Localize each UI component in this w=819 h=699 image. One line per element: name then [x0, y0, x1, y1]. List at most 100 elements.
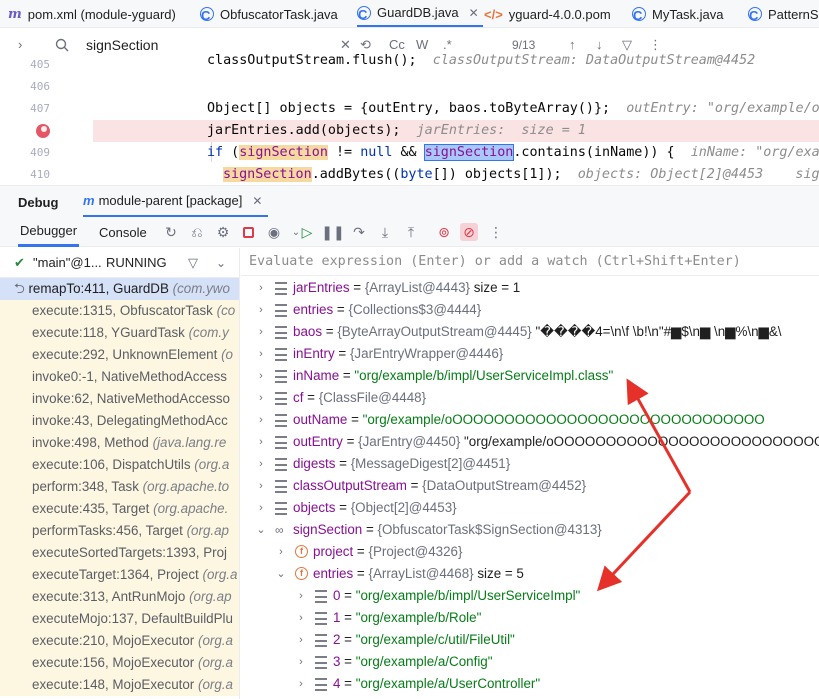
frame-class: (org.apache. [153, 501, 229, 516]
chevron-right-icon[interactable]: › [255, 409, 267, 431]
stack-frame[interactable]: execute:210, MojoExecutor (org.a [0, 630, 239, 652]
code-line-406: Object[] objects = {outEntry, baos.toByt… [0, 76, 819, 116]
stack-frame[interactable]: execute:435, Target (org.apache. [0, 498, 239, 520]
chevron-right-icon[interactable]: › [295, 607, 307, 629]
variable-type: {JarEntryWrapper@4446} [349, 346, 504, 361]
stack-frame[interactable]: execute:313, AntRunMojo (org.ap [0, 586, 239, 608]
chevron-right-icon[interactable]: › [295, 629, 307, 651]
stop-icon[interactable] [239, 223, 257, 241]
stack-frame[interactable]: execute:148, MojoExecutor (org.a [0, 674, 239, 696]
stack-frame[interactable]: executeMojo:137, DefaultBuildPlu [0, 608, 239, 630]
chevron-down-icon[interactable]: ⌄ [275, 563, 287, 585]
field-icon [275, 480, 287, 493]
stack-frame[interactable]: performTasks:456, Target (org.ap [0, 520, 239, 542]
stack-frame[interactable]: execute:292, UnknownElement (o [0, 344, 239, 366]
variable-row[interactable]: › digests = {MessageDigest[2]@4451} [241, 453, 819, 475]
tab-debugger[interactable]: Debugger [18, 217, 80, 247]
restore-layout-icon[interactable]: ⎌ [188, 223, 206, 241]
tab-guarddb[interactable]: C GuardDB.java ✕ [357, 0, 483, 27]
settings-icon[interactable]: ⚙ [214, 223, 232, 241]
step-over-icon[interactable]: ↷ [350, 223, 368, 241]
chevron-right-icon[interactable]: › [255, 453, 267, 475]
chevron-right-icon[interactable]: › [255, 497, 267, 519]
tab-mytask[interactable]: C MyTask.java [632, 0, 724, 27]
variable-type: {Collections$3@4444} [348, 302, 482, 317]
tab-console[interactable]: Console [99, 217, 147, 247]
tab-label: GuardDB.java [377, 5, 459, 20]
variable-row[interactable]: › inEntry = {JarEntryWrapper@4446} [241, 343, 819, 365]
stack-frame[interactable]: perform:348, Task (org.apache.to [0, 476, 239, 498]
chevron-right-icon[interactable]: › [255, 321, 267, 343]
filter-icon[interactable]: ▽ [188, 255, 198, 271]
chevron-right-icon[interactable]: › [255, 475, 267, 497]
variable-row[interactable]: › 0 = "org/example/b/impl/UserServiceImpl… [241, 585, 819, 607]
variable-row[interactable]: › objects = {Object[2]@4453} [241, 497, 819, 519]
chevron-right-icon[interactable]: › [255, 431, 267, 453]
thread-selector[interactable]: ✔ "main"@1... RUNNING ▽ ⌄ [0, 248, 239, 278]
mute-breakpoints-icon[interactable]: ⊘ [460, 223, 478, 241]
chevron-right-icon[interactable]: › [255, 299, 267, 321]
resume-icon[interactable]: ▷ [298, 223, 316, 241]
variable-row[interactable]: › 4 = "org/example/a/UserController" [241, 673, 819, 695]
debugger-toolbar: Debugger Console ↻ ⎌ ⚙ ◉ ⌄ ▷ ❚❚ ↷ ⤓ ⤒ ⊚ … [0, 217, 819, 247]
chevron-right-icon[interactable]: › [295, 673, 307, 695]
tab-pom-xml[interactable]: m pom.xml (module-yguard) [8, 0, 176, 27]
chevron-down-icon[interactable]: ⌄ [216, 256, 226, 270]
stack-frame[interactable]: ⮌ remapTo:411, GuardDB (com.ywo [0, 278, 239, 300]
stack-frame[interactable]: invoke:43, DelegatingMethodAcc [0, 410, 239, 432]
stack-frame[interactable]: execute:1315, ObfuscatorTask (co [0, 300, 239, 322]
close-icon[interactable]: ✕ [469, 6, 479, 20]
variable-row[interactable]: › inName = "org/example/b/impl/UserServic… [241, 365, 819, 387]
pause-icon[interactable]: ❚❚ [321, 223, 344, 241]
evaluate-expression-input[interactable]: Evaluate expression (Enter) or add a wat… [241, 248, 819, 276]
chevron-right-icon[interactable]: › [255, 277, 267, 299]
chevron-right-icon[interactable]: › [255, 343, 267, 365]
class-icon: C [200, 7, 214, 23]
view-icon[interactable]: ◉ [265, 223, 283, 241]
stack-frame[interactable]: invoke:62, NativeMethodAccesso [0, 388, 239, 410]
variable-row[interactable]: › classOutputStream = {DataOutputStream@4… [241, 475, 819, 497]
variable-row[interactable]: › 3 = "org/example/a/Config" [241, 651, 819, 673]
code-editor[interactable]: 405 406 407 409 410 classOutputStream.fl… [0, 54, 819, 185]
tab-patternset[interactable]: C PatternS [748, 0, 819, 27]
variable-name: entries [293, 302, 334, 317]
variable-row[interactable]: › outEntry = {JarEntry@4450} "org/example… [241, 431, 819, 453]
stack-frame[interactable]: executeSortedTargets:1393, Proj [0, 542, 239, 564]
stack-frame[interactable]: execute:156, MojoExecutor (org.a [0, 652, 239, 674]
equals-sign: = [362, 522, 378, 537]
chevron-right-icon[interactable]: › [295, 585, 307, 607]
variable-row[interactable]: › f project = {Project@4326} [241, 541, 819, 563]
tab-obfuscatortask[interactable]: C ObfuscatorTask.java [200, 0, 338, 27]
chevron-right-icon[interactable]: › [275, 541, 287, 563]
step-out-icon[interactable]: ⤒ [402, 223, 420, 241]
debug-session-tab[interactable]: m module-parent [package] ✕ [83, 186, 269, 218]
variable-row[interactable]: › cf = {ClassFile@4448} [241, 387, 819, 409]
variable-row[interactable]: ⌄ ∞ signSection = {ObfuscatorTask$SignSect… [241, 519, 819, 541]
tab-yguard-pom[interactable]: </> yguard-4.0.0.pom [484, 0, 611, 27]
rerun-icon[interactable]: ↻ [162, 223, 180, 241]
variable-row[interactable]: › 2 = "org/example/c/util/FileUtil" [241, 629, 819, 651]
stack-frame[interactable]: execute:118, YGuardTask (com.y [0, 322, 239, 344]
close-icon[interactable]: ✕ [252, 194, 262, 208]
chevron-right-icon[interactable]: › [295, 651, 307, 673]
variable-row[interactable]: › baos = {ByteArrayOutputStream@4445} "��… [241, 321, 819, 343]
chevron-right-icon[interactable]: › [255, 387, 267, 409]
stack-frame[interactable]: invoke:498, Method (java.lang.re [0, 432, 239, 454]
stack-frame[interactable]: executeTarget:1364, Project (org.a [0, 564, 239, 586]
session-label: module-parent [package] [98, 193, 243, 208]
variable-row[interactable]: › outName = "org/example/oOOOOOOOOOOOOOOO… [241, 409, 819, 431]
variable-row[interactable]: › entries = {Collections$3@4444} [241, 299, 819, 321]
stack-frame[interactable]: execute:106, DispatchUtils (org.a [0, 454, 239, 476]
variable-row[interactable]: ⌄ f entries = {ArrayList@4468} size = 5 [241, 563, 819, 585]
step-into-icon[interactable]: ⤓ [376, 223, 394, 241]
variable-type: {DataOutputStream@4452} [422, 478, 587, 493]
variable-row[interactable]: › jarEntries = {ArrayList@4443} size = 1 [241, 277, 819, 299]
variable-string-value: "org/example/c/util/FileUtil" [355, 632, 515, 647]
chevron-right-icon[interactable]: › [255, 365, 267, 387]
stack-frame[interactable]: invoke0:-1, NativeMethodAccess [0, 366, 239, 388]
view-breakpoints-icon[interactable]: ⊚ [435, 223, 453, 241]
more-options-icon[interactable]: ⋮ [487, 223, 505, 241]
equals-sign: = [347, 412, 363, 427]
chevron-down-icon[interactable]: ⌄ [255, 519, 267, 541]
variable-row[interactable]: › 1 = "org/example/b/Role" [241, 607, 819, 629]
